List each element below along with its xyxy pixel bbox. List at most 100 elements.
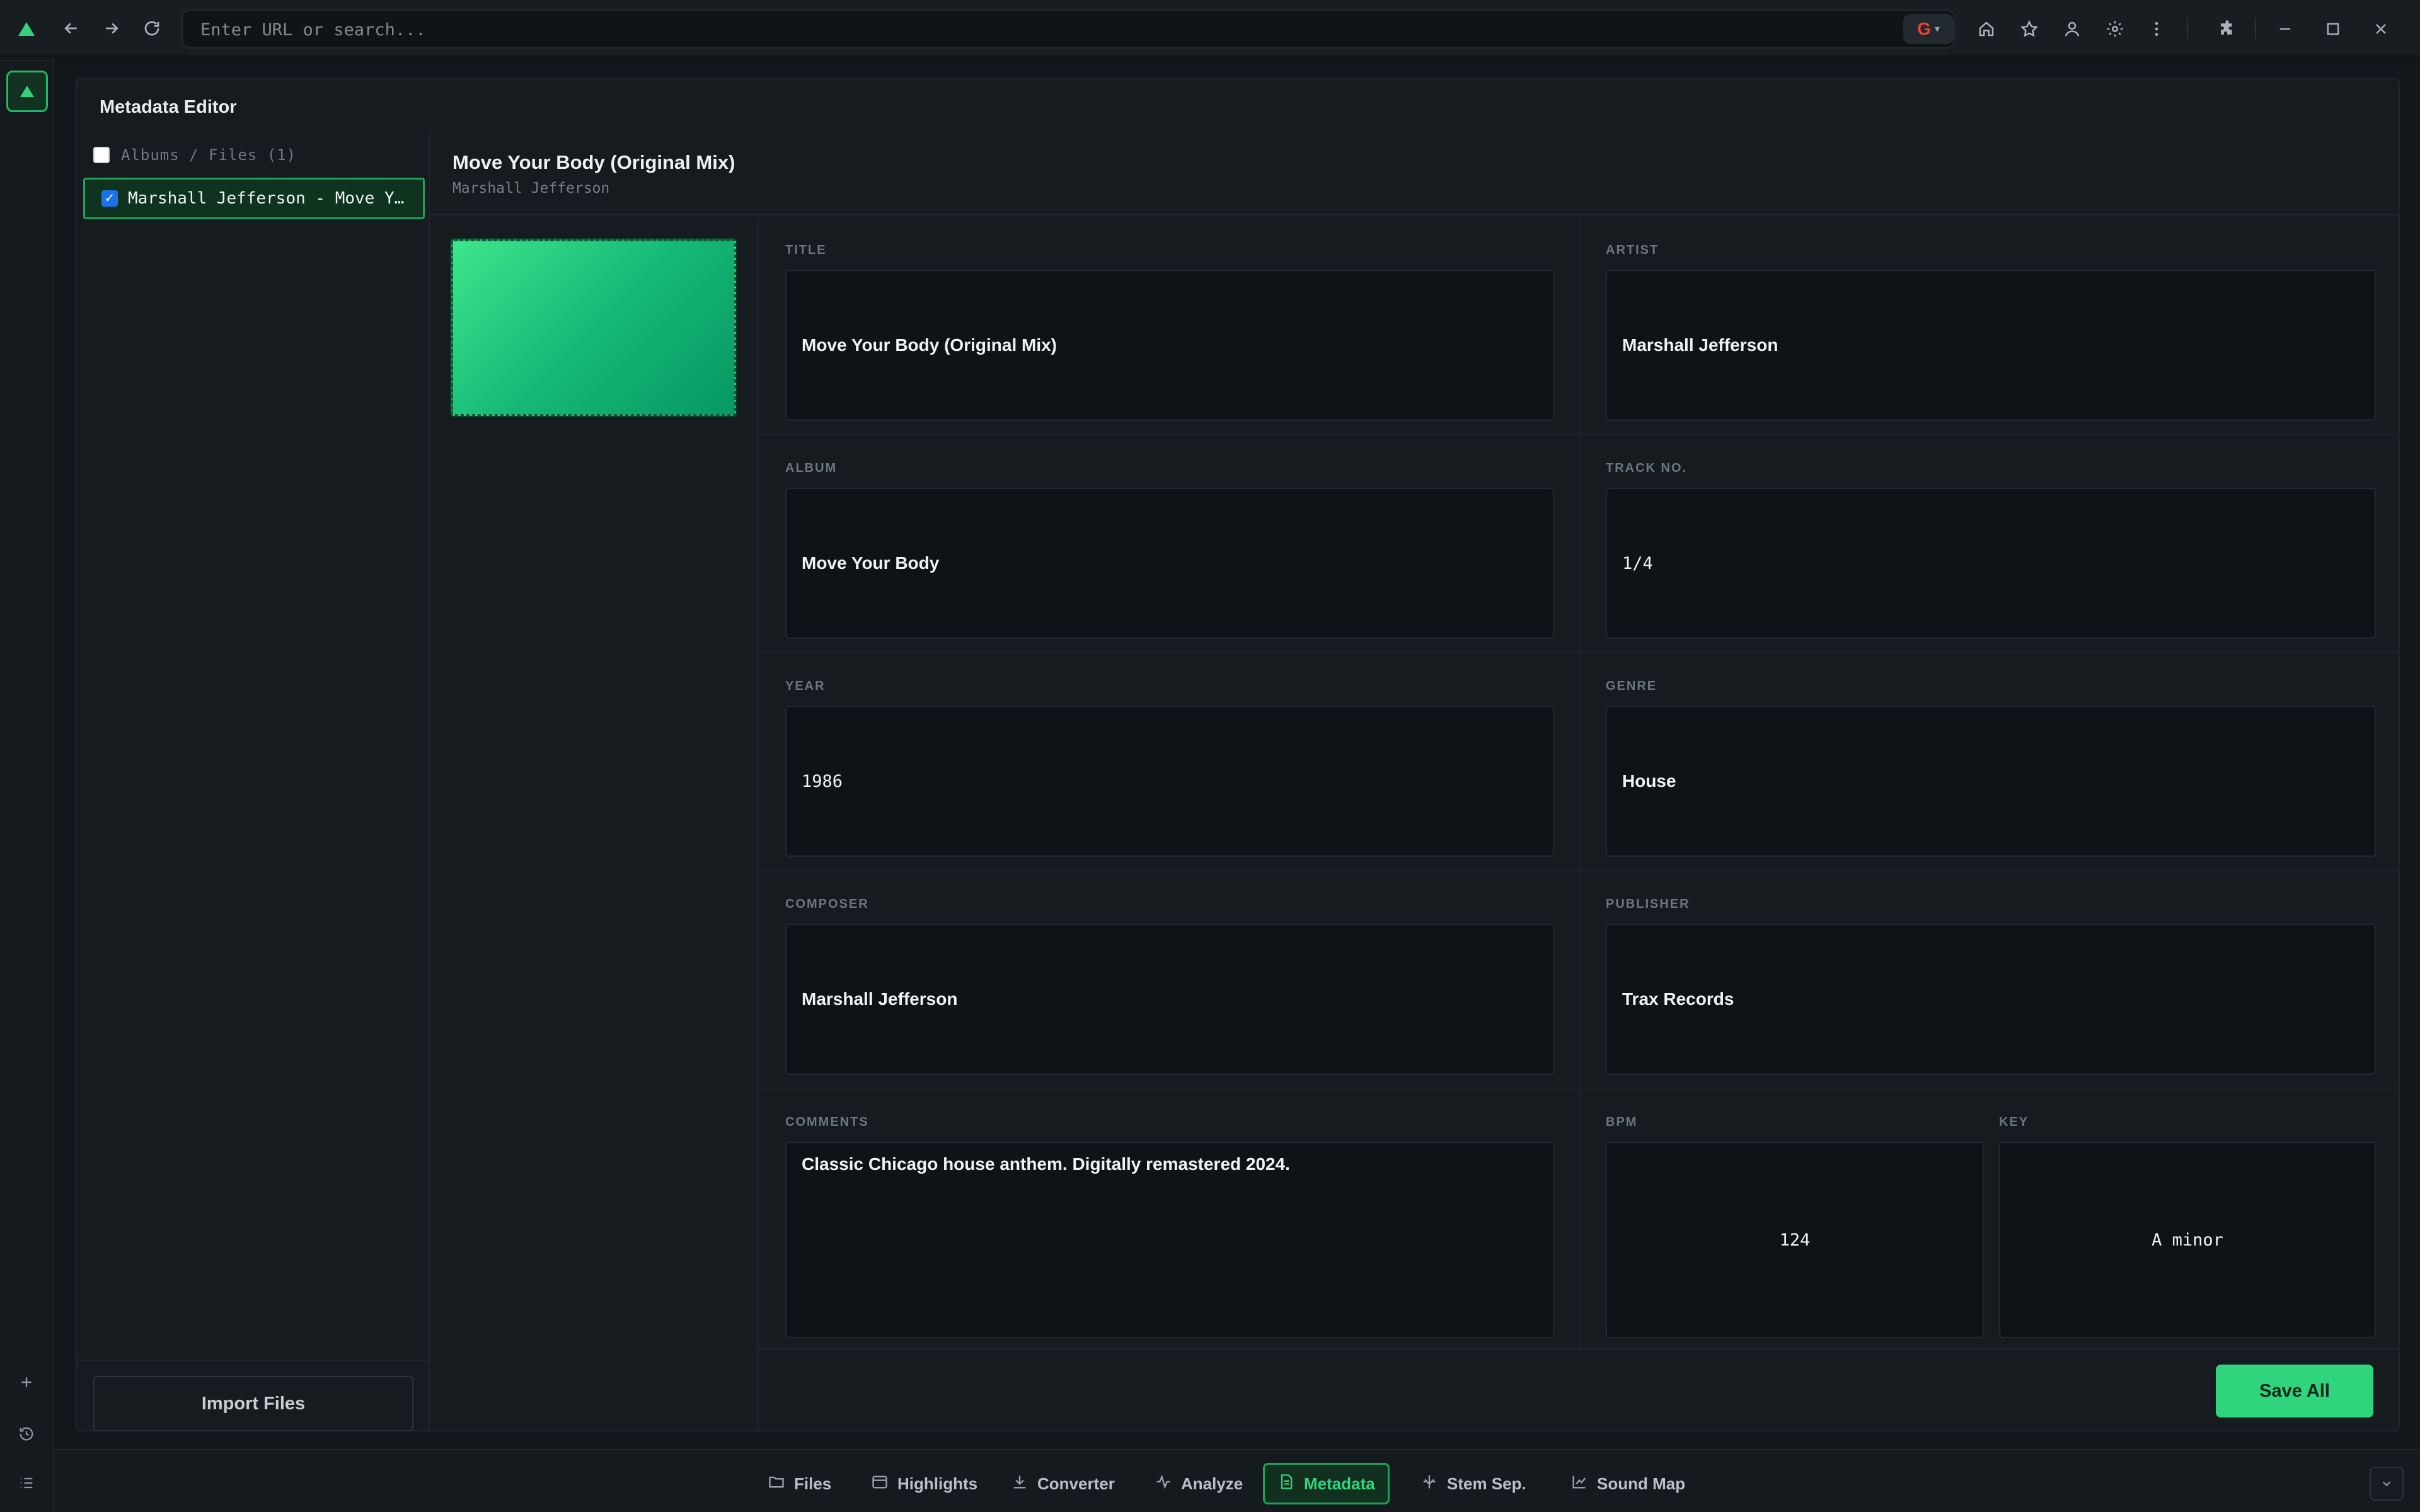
year-field[interactable] [785,706,1554,857]
maximize-icon[interactable] [2318,14,2348,44]
toolbar-divider [2255,18,2256,39]
gear-icon[interactable] [2100,14,2130,44]
metadata-fields: TITLE ARTIST ALBUM TRACK NO. YEAR [760,217,2400,1426]
key-input[interactable] [2015,1230,2375,1250]
column-divider [1579,1089,1581,1353]
tab-sound-map[interactable]: Sound Map [1558,1463,1698,1504]
list-icon[interactable] [9,1465,44,1501]
column-divider [1579,653,1581,869]
genre-field[interactable] [1606,706,2376,857]
track-artist: Marshall Jefferson [452,180,610,197]
track-no-input[interactable] [1622,553,2375,573]
composer-field[interactable] [785,924,1554,1075]
search-engine-selector[interactable]: G ▾ [1903,14,1954,44]
album-field[interactable] [785,488,1554,639]
divider [758,1348,2399,1349]
tab-label: Analyze [1181,1474,1243,1493]
comments-textarea[interactable]: Classic Chicago house anthem. Digitally … [802,1154,1553,1318]
genre-input[interactable] [1622,771,2375,791]
toolbar-divider [2187,18,2188,39]
url-input[interactable] [200,18,1839,41]
artist-label: ARTIST [1606,243,1659,257]
bpm-input[interactable] [1622,1230,1983,1250]
add-icon[interactable] [9,1365,44,1400]
title-label: TITLE [785,243,827,257]
title-field[interactable] [785,270,1554,421]
year-input[interactable] [802,771,1553,791]
year-label: YEAR [785,679,826,693]
divider [77,1360,429,1361]
tab-highlights[interactable]: Highlights [858,1463,990,1504]
tab-label: Files [794,1474,832,1493]
url-bar[interactable] [182,9,1955,49]
tab-label: Sound Map [1597,1474,1686,1493]
column-divider [1579,217,1581,433]
comments-label: COMMENTS [785,1115,869,1129]
field-row: COMMENTS Classic Chicago house anthem. D… [760,1089,2400,1353]
profile-icon[interactable] [2057,14,2087,44]
track-no-field[interactable] [1606,488,2376,639]
calendar-icon [871,1473,889,1495]
key-field[interactable] [1999,1142,2376,1338]
file-item-label: Marshall Jefferson - Move Your Body (Ori… [128,189,412,208]
tab-label: Metadata [1304,1474,1375,1493]
comments-field[interactable]: Classic Chicago house anthem. Digitally … [785,1142,1554,1338]
file-list-header: Albums / Files (1) [121,146,297,164]
artwork-column [431,217,759,1431]
bpm-field[interactable] [1606,1142,1984,1338]
track-no-label: TRACK NO. [1606,461,1688,475]
left-rail [0,57,54,1512]
tab-analyze[interactable]: Analyze [1142,1463,1255,1504]
folder-icon [768,1473,785,1495]
column-divider [1579,435,1581,651]
list-item[interactable]: ✓ Marshall Jefferson - Move Your Body (O… [83,178,425,219]
tab-files[interactable]: Files [755,1463,844,1504]
publisher-label: PUBLISHER [1606,897,1690,911]
history-icon[interactable] [9,1416,44,1452]
select-all-checkbox[interactable] [93,147,110,163]
chevron-down-icon: ▾ [1934,24,1940,35]
import-files-button[interactable]: Import Files [93,1376,413,1431]
kebab-menu-icon[interactable] [2141,14,2172,44]
document-icon [1277,1473,1295,1495]
column-divider [1579,871,1581,1087]
tab-metadata[interactable]: Metadata [1263,1463,1390,1504]
field-row: ALBUM TRACK NO. [760,435,2400,653]
home-icon[interactable] [1971,14,2002,44]
reload-icon[interactable] [137,14,166,43]
panel-title: Metadata Editor [100,97,237,117]
tab-stem-separation[interactable]: Stem Sep. [1408,1463,1539,1504]
browser-toolbar: G ▾ [0,0,2420,57]
composer-input[interactable] [802,989,1553,1009]
file-list: Albums / Files (1) ✓ Marshall Jefferson … [77,134,430,1431]
metadata-editor-panel: Metadata Editor Albums / Files (1) ✓ Mar… [76,78,2400,1431]
file-checkbox[interactable]: ✓ [101,190,118,207]
puzzle-icon[interactable] [2212,14,2242,44]
key-label: KEY [1999,1115,2029,1129]
artist-input[interactable] [1622,335,2375,355]
close-icon[interactable] [2366,14,2396,44]
back-arrow-icon[interactable] [57,14,86,43]
chevron-down-icon[interactable] [2370,1467,2404,1501]
save-all-button[interactable]: Save All [2216,1365,2373,1418]
forward-arrow-icon[interactable] [97,14,126,43]
publisher-field[interactable] [1606,924,2376,1075]
tab-label: Highlights [897,1474,978,1493]
star-icon[interactable] [2014,14,2044,44]
composer-label: COMPOSER [785,897,869,911]
activity-icon [1155,1473,1172,1495]
genre-label: GENRE [1606,679,1657,693]
publisher-input[interactable] [1622,989,2375,1009]
tab-converter[interactable]: Converter [998,1463,1127,1504]
album-artwork-dropzone[interactable] [450,238,737,417]
google-icon: G [1917,19,1931,38]
album-label: ALBUM [785,461,838,475]
album-input[interactable] [802,553,1553,573]
title-input[interactable] [802,335,1553,355]
minimize-icon[interactable] [2270,14,2300,44]
app-home-button[interactable] [6,71,48,112]
artist-field[interactable] [1606,270,2376,421]
bpm-label: BPM [1606,1115,1638,1129]
tab-label: Stem Sep. [1447,1474,1526,1493]
field-row: COMPOSER PUBLISHER [760,871,2400,1089]
